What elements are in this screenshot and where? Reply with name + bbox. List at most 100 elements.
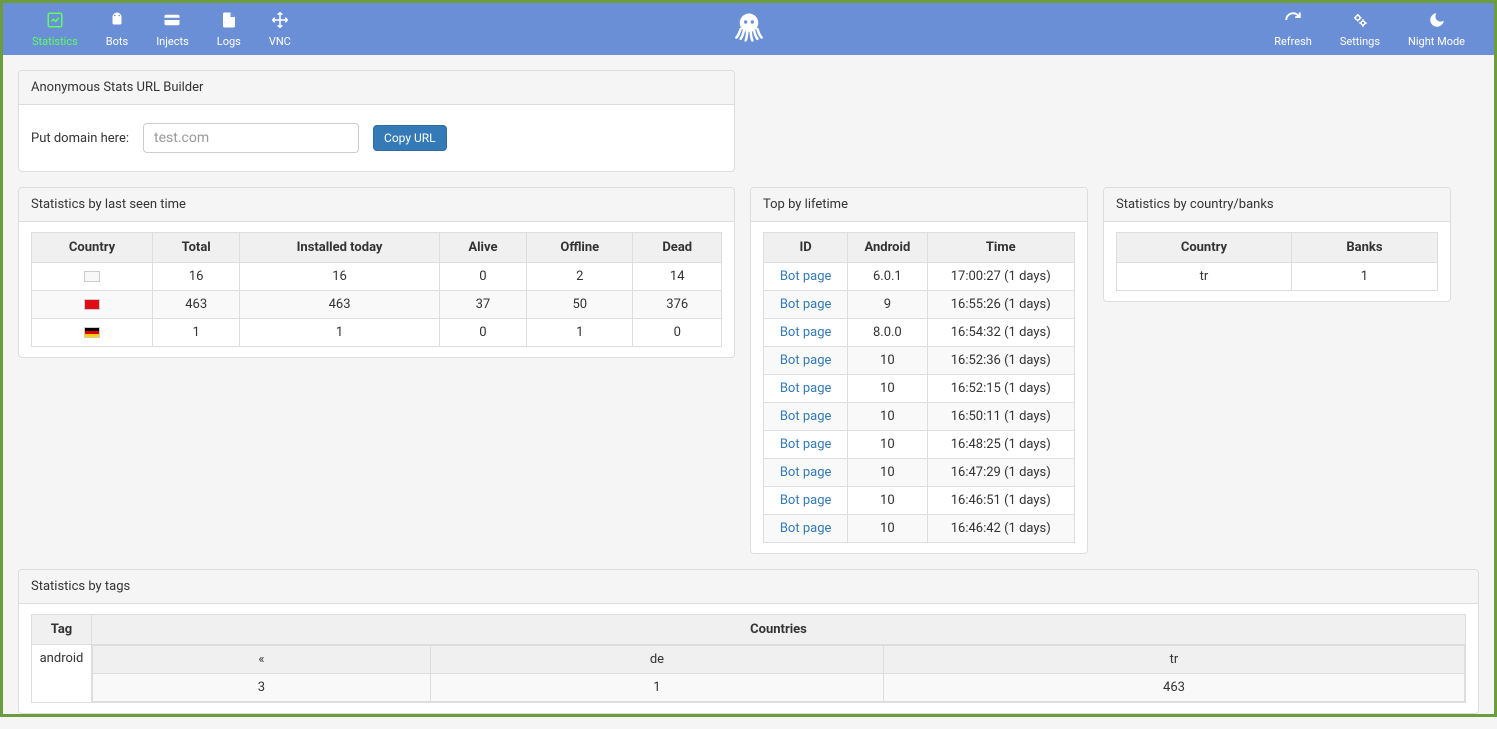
bot-page-link[interactable]: Bot page xyxy=(780,353,832,368)
nav-label: Logs xyxy=(217,35,241,48)
cell-dead: 376 xyxy=(633,291,722,319)
cell-dead: 0 xyxy=(633,319,722,347)
android-icon xyxy=(108,11,126,33)
cell-total: 1 xyxy=(153,319,240,347)
bot-page-link[interactable]: Bot page xyxy=(780,521,832,536)
content: Anonymous Stats URL Builder Put domain h… xyxy=(3,55,1494,729)
lifetime-panel: Top by lifetime ID Android Time Bot page… xyxy=(750,187,1088,554)
cell-installed: 16 xyxy=(240,263,440,291)
cell-country xyxy=(32,291,153,319)
col-installed: Installed today xyxy=(240,233,440,263)
cell-country xyxy=(32,319,153,347)
cell-android: 10 xyxy=(848,459,927,487)
nav-label: Night Mode xyxy=(1408,35,1465,48)
table-row: Bot page 10 16:50:11 (1 days) xyxy=(764,403,1075,431)
nav-logs[interactable]: Logs xyxy=(203,5,255,54)
cell-android: 6.0.1 xyxy=(848,263,927,291)
cell-id: Bot page xyxy=(764,487,848,515)
col-alive: Alive xyxy=(439,233,526,263)
octopus-icon xyxy=(728,6,770,48)
nav-label: Refresh xyxy=(1274,35,1312,48)
logo xyxy=(728,6,770,52)
cell-alive: 37 xyxy=(439,291,526,319)
table-row: Bot page 10 16:46:51 (1 days) xyxy=(764,487,1075,515)
card-icon xyxy=(163,11,181,33)
table-row: 3 1 463 xyxy=(93,674,1465,702)
nav-label: Statistics xyxy=(32,35,78,48)
lifetime-table: ID Android Time Bot page 6.0.1 17:00:27 … xyxy=(763,232,1075,543)
col-banks: Banks xyxy=(1291,233,1437,263)
nav-label: VNC xyxy=(269,35,291,48)
cell-time: 17:00:27 (1 days) xyxy=(927,263,1074,291)
cell-id: Bot page xyxy=(764,459,848,487)
stats-time-table: Country Total Installed today Alive Offl… xyxy=(31,232,722,347)
bot-page-link[interactable]: Bot page xyxy=(780,409,832,424)
table-row: Bot page 9 16:55:26 (1 days) xyxy=(764,291,1075,319)
cell-total: 16 xyxy=(153,263,240,291)
moon-icon xyxy=(1428,11,1446,33)
table-row: android « de tr 3 1 xyxy=(32,645,1466,703)
table-row: Bot page 10 16:48:25 (1 days) xyxy=(764,431,1075,459)
col-country: Country xyxy=(1117,233,1292,263)
col-id: ID xyxy=(764,233,848,263)
domain-input[interactable] xyxy=(143,123,359,153)
nav-nightmode[interactable]: Night Mode xyxy=(1394,5,1479,54)
cell-alive: 0 xyxy=(439,319,526,347)
gears-icon xyxy=(1351,11,1369,33)
cell-id: Bot page xyxy=(764,375,848,403)
cell-time: 16:52:15 (1 days) xyxy=(927,375,1074,403)
nav-statistics[interactable]: Statistics xyxy=(18,5,92,54)
bot-page-link[interactable]: Bot page xyxy=(780,325,832,340)
flag-icon xyxy=(84,299,100,310)
country-value: 1 xyxy=(430,674,883,702)
cell-alive: 0 xyxy=(439,263,526,291)
country-header: « xyxy=(93,646,431,674)
nav-injects[interactable]: Injects xyxy=(142,5,203,54)
cell-dead: 14 xyxy=(633,263,722,291)
move-icon xyxy=(271,11,289,33)
nav-bots[interactable]: Bots xyxy=(92,5,142,54)
file-icon xyxy=(220,11,238,33)
col-total: Total xyxy=(153,233,240,263)
panel-title: Statistics by last seen time xyxy=(19,188,734,222)
country-header: de xyxy=(430,646,883,674)
table-row: Bot page 10 16:52:36 (1 days) xyxy=(764,347,1075,375)
bot-page-link[interactable]: Bot page xyxy=(780,493,832,508)
copy-url-button[interactable]: Copy URL xyxy=(373,125,447,151)
bot-page-link[interactable]: Bot page xyxy=(780,381,832,396)
table-row: Bot page 8.0.0 16:54:32 (1 days) xyxy=(764,319,1075,347)
bot-page-link[interactable]: Bot page xyxy=(780,297,832,312)
table-row: « de tr xyxy=(93,646,1465,674)
cell-id: Bot page xyxy=(764,263,848,291)
bot-page-link[interactable]: Bot page xyxy=(780,465,832,480)
cell-android: 9 xyxy=(848,291,927,319)
cell-total: 463 xyxy=(153,291,240,319)
col-tag: Tag xyxy=(32,615,92,645)
flag-icon xyxy=(84,327,100,338)
cell-android: 10 xyxy=(848,487,927,515)
col-countries: Countries xyxy=(92,615,1466,645)
tags-table: Tag Countries android « de tr xyxy=(31,614,1466,703)
col-time: Time xyxy=(927,233,1074,263)
cell-android: 10 xyxy=(848,375,927,403)
cell-offline: 1 xyxy=(527,319,633,347)
bot-page-link[interactable]: Bot page xyxy=(780,437,832,452)
nav-settings[interactable]: Settings xyxy=(1326,5,1394,54)
col-android: Android xyxy=(848,233,927,263)
tag-name: android xyxy=(32,645,92,703)
navbar: Statistics Bots Injects Logs VNC Re xyxy=(3,3,1494,55)
nav-vnc[interactable]: VNC xyxy=(255,5,305,54)
cell-banks: 1 xyxy=(1291,263,1437,291)
tags-panel: Statistics by tags Tag Countries android… xyxy=(18,569,1479,714)
cell-time: 16:48:25 (1 days) xyxy=(927,431,1074,459)
country-header: tr xyxy=(884,646,1465,674)
bot-page-link[interactable]: Bot page xyxy=(780,269,832,284)
cell-time: 16:47:29 (1 days) xyxy=(927,459,1074,487)
cell-time: 16:46:42 (1 days) xyxy=(927,515,1074,543)
col-offline: Offline xyxy=(527,233,633,263)
nav-refresh[interactable]: Refresh xyxy=(1260,5,1326,54)
cell-time: 16:55:26 (1 days) xyxy=(927,291,1074,319)
cell-id: Bot page xyxy=(764,515,848,543)
cell-id: Bot page xyxy=(764,431,848,459)
refresh-icon xyxy=(1284,11,1302,33)
